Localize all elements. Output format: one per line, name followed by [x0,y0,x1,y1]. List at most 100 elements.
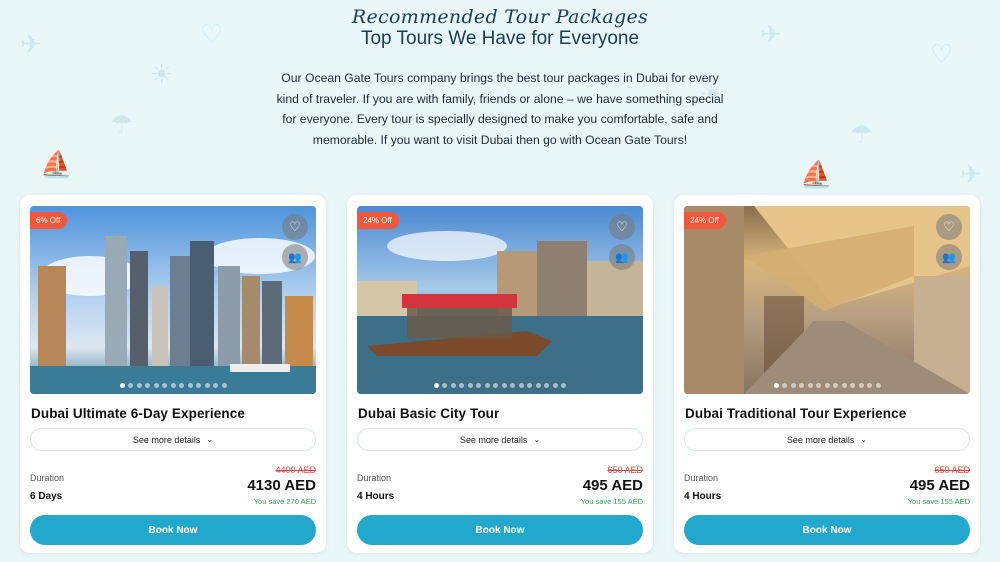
tour-title[interactable]: Dubai Ultimate 6-Day Experience [31,406,316,421]
carousel-dot[interactable] [816,383,821,388]
group-icon: 👥 [936,244,962,270]
carousel-dot[interactable] [459,383,465,388]
dubai-marina-skyline-image [30,206,316,394]
see-details-button[interactable]: See more details ⌄ [684,428,970,451]
carousel-dot[interactable] [484,383,490,388]
carousel-dot[interactable] [850,383,855,388]
savings-text: You save 270 AED [253,497,316,506]
original-price: 650 AED [934,465,970,475]
duration-value: 4 Hours [684,491,722,502]
carousel-dot[interactable] [867,383,872,388]
carousel-dot[interactable] [501,383,507,388]
carousel-dot[interactable] [773,383,779,388]
carousel-dot[interactable] [467,383,473,388]
original-price: 4400 AED [275,465,316,475]
carousel-dot[interactable] [170,383,176,388]
carousel-dot[interactable] [187,383,193,388]
carousel-dot[interactable] [858,383,864,388]
carousel-dot[interactable] [196,383,201,388]
carousel-dot[interactable] [145,383,150,388]
see-details-label: See more details [786,434,855,445]
carousel-dot[interactable] [535,383,541,388]
discounted-price: 4130 AED [247,477,316,494]
book-now-button[interactable]: Book Now [684,515,970,545]
carousel-dot[interactable] [128,383,133,388]
carousel-dot[interactable] [807,383,813,388]
discounted-price: 495 AED [582,477,643,494]
carousel-dot[interactable] [527,383,533,388]
tour-photo-carousel[interactable]: 24% Off ♡ 👥 [357,206,643,394]
carousel-dot[interactable] [561,383,567,388]
tour-cards: 6% Off ♡ 👥 Dubai Ultimate 6-Day Experien… [20,195,980,553]
price-row: Duration 4 Hours 650 AED 495 AED You sav… [357,465,643,506]
carousel-dot[interactable] [136,383,142,388]
carousel-dot[interactable] [782,383,787,388]
carousel-dot[interactable] [510,383,516,388]
duration-label: Duration [30,473,65,483]
carousel-dot[interactable] [162,383,167,388]
carousel-dot[interactable] [433,383,439,388]
carousel-dot[interactable] [204,383,210,388]
section-subtitle: Recommended Tour Packages [351,6,649,28]
old-souk-street-image [684,206,970,394]
see-details-button[interactable]: See more details ⌄ [357,428,643,451]
carousel-dots[interactable] [357,383,643,388]
discount-badge: 24% Off [357,212,399,229]
chevron-down-icon: ⌄ [860,435,868,444]
price-row: Duration 4 Hours 650 AED 495 AED You sav… [684,465,970,506]
tour-photo-carousel[interactable]: 24% Off ♡ 👥 [684,206,970,394]
section-title: Top Tours We Have for Everyone [360,28,640,49]
heart-icon[interactable]: ♡ [936,214,962,240]
carousel-dot[interactable] [179,383,184,388]
section-header: Recommended Tour Packages Top Tours We H… [0,0,1000,150]
carousel-dot[interactable] [824,383,830,388]
original-price: 650 AED [607,465,643,475]
carousel-dot[interactable] [841,383,847,388]
carousel-dots[interactable] [30,383,316,388]
carousel-dot[interactable] [833,383,838,388]
carousel-dots[interactable] [684,383,970,388]
see-details-label: See more details [459,434,528,445]
heart-icon[interactable]: ♡ [609,214,635,240]
book-now-button[interactable]: Book Now [357,515,643,545]
carousel-dot[interactable] [493,383,499,388]
tour-title[interactable]: Dubai Traditional Tour Experience [685,406,970,421]
carousel-dot[interactable] [790,383,796,388]
chevron-down-icon: ⌄ [533,435,541,444]
carousel-dot[interactable] [213,383,218,388]
carousel-dot[interactable] [153,383,159,388]
section-intro: Our Ocean Gate Tours company brings the … [276,71,724,147]
carousel-dot[interactable] [552,383,558,388]
see-details-button[interactable]: See more details ⌄ [30,428,316,451]
chevron-down-icon: ⌄ [206,435,214,444]
duration-label: Duration [357,473,392,483]
tour-title[interactable]: Dubai Basic City Tour [358,406,643,421]
group-icon: 👥 [282,244,308,270]
carousel-dot[interactable] [450,383,456,388]
carousel-dot[interactable] [476,383,482,388]
discounted-price: 495 AED [909,477,970,494]
price-row: Duration 6 Days 4400 AED 4130 AED You sa… [30,465,316,506]
carousel-dot[interactable] [119,383,125,388]
carousel-dot[interactable] [442,383,448,388]
group-icon: 👥 [609,244,635,270]
book-now-button[interactable]: Book Now [30,515,316,545]
carousel-dot[interactable] [518,383,524,388]
dubai-creek-abra-image [357,206,643,394]
carousel-dot[interactable] [221,383,227,388]
tour-card: 24% Off ♡ 👥 Dubai Traditional Tour Exper… [674,195,980,553]
duration-value: 6 Days [30,491,63,502]
duration-value: 4 Hours [357,491,395,502]
tour-card: 24% Off ♡ 👥 Dubai Basic City Tour See mo… [347,195,653,553]
heart-icon[interactable]: ♡ [282,214,308,240]
savings-text: You save 155 AED [580,497,643,506]
tour-photo-carousel[interactable]: 6% Off ♡ 👥 [30,206,316,394]
savings-text: You save 155 AED [907,497,970,506]
discount-badge: 24% Off [684,212,726,229]
see-details-label: See more details [132,434,201,445]
discount-badge: 6% Off [30,212,68,229]
tour-card: 6% Off ♡ 👥 Dubai Ultimate 6-Day Experien… [20,195,326,553]
carousel-dot[interactable] [799,383,804,388]
carousel-dot[interactable] [544,383,550,388]
carousel-dot[interactable] [875,383,881,388]
